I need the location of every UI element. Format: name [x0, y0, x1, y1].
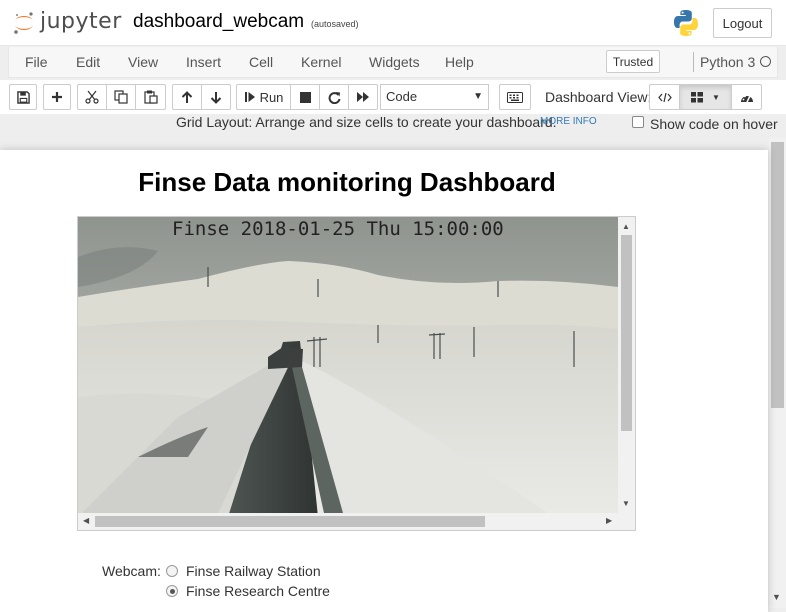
notebook-name[interactable]: dashboard_webcam	[133, 11, 304, 33]
paste-icon	[143, 90, 158, 104]
webcam-timestamp: Finse 2018-01-25 Thu 15:00:00	[172, 218, 504, 240]
notebook-header: jupyter dashboard_webcam (autosaved) Log…	[0, 0, 786, 46]
fast-forward-icon	[357, 92, 369, 102]
page-scrollbar-thumb[interactable]	[771, 142, 784, 408]
radio-button-selected[interactable]	[166, 585, 178, 597]
move-down-button[interactable]	[201, 84, 231, 110]
menu-edit[interactable]: Edit	[76, 54, 100, 70]
restart-icon	[328, 91, 340, 104]
grid-layout-button[interactable]: ▼	[679, 84, 732, 110]
jupyter-logo[interactable]: jupyter	[12, 9, 124, 37]
save-button[interactable]	[9, 84, 37, 110]
dashboard-area: Finse Data monitoring Dashboard Finse 20…	[0, 150, 768, 612]
menu-file[interactable]: File	[25, 54, 48, 70]
image-vertical-scrollbar-thumb[interactable]	[621, 235, 632, 431]
show-code-checkbox[interactable]	[632, 116, 644, 128]
scissors-icon	[85, 90, 99, 104]
save-icon	[16, 90, 30, 104]
cut-button[interactable]	[77, 84, 107, 110]
scroll-down-arrow-icon[interactable]: ▼	[622, 499, 630, 508]
webcam-photo	[78, 217, 618, 513]
show-code-toggle[interactable]: Show code on hover	[632, 116, 778, 132]
webcam-radio-label: Webcam:	[102, 563, 161, 579]
grid-icon	[691, 91, 704, 102]
menu-insert[interactable]: Insert	[186, 54, 221, 70]
command-palette-button[interactable]	[499, 84, 531, 110]
menu-kernel[interactable]: Kernel	[301, 54, 341, 70]
kernel-divider	[693, 52, 694, 72]
radio-option-research-centre[interactable]: Finse Research Centre	[166, 583, 330, 599]
autosave-status: (autosaved)	[311, 19, 359, 29]
scroll-down-arrow-icon[interactable]: ▼	[772, 592, 781, 602]
arrow-up-icon	[181, 90, 193, 103]
radio-option-label: Finse Railway Station	[186, 563, 321, 579]
move-up-button[interactable]	[172, 84, 202, 110]
report-view-button[interactable]	[731, 84, 762, 110]
logout-button[interactable]: Logout	[713, 8, 772, 38]
code-icon	[657, 92, 672, 102]
radio-option-label: Finse Research Centre	[186, 583, 330, 599]
trusted-indicator[interactable]: Trusted	[606, 50, 660, 73]
dashboard-view-label: Dashboard View:	[545, 89, 652, 105]
show-code-label: Show code on hover	[650, 116, 778, 132]
run-button[interactable]: Run	[236, 84, 291, 110]
grid-layout-info: Grid Layout: Arrange and size cells to c…	[176, 114, 557, 130]
step-forward-icon	[244, 92, 255, 102]
caret-down-icon: ▼	[712, 92, 720, 102]
radio-button[interactable]	[166, 565, 178, 577]
kernel-idle-icon	[760, 56, 771, 67]
cell-type-select[interactable]: Code ▼	[380, 84, 489, 110]
restart-run-all-button[interactable]	[348, 84, 378, 110]
dashboard-icon	[740, 95, 753, 102]
scroll-right-arrow-icon[interactable]: ▶	[606, 516, 612, 525]
copy-icon	[114, 90, 128, 104]
arrow-down-icon	[210, 91, 222, 104]
menubar: File Edit View Insert Cell Kernel Widget…	[8, 47, 778, 78]
python-logo-icon	[674, 10, 698, 36]
radio-option-railway-station[interactable]: Finse Railway Station	[166, 563, 321, 579]
interrupt-button[interactable]	[290, 84, 320, 110]
webcam-output: Finse 2018-01-25 Thu 15:00:00 ▲ ▼ ◀ ▶	[77, 216, 636, 531]
kernel-name: Python 3	[700, 54, 756, 70]
notebook-view-button[interactable]	[649, 84, 680, 110]
image-horizontal-scrollbar-thumb[interactable]	[95, 516, 485, 527]
paste-button[interactable]	[135, 84, 166, 110]
scroll-up-arrow-icon[interactable]: ▲	[622, 222, 630, 231]
jupyter-logo-icon	[14, 12, 33, 34]
menu-cell[interactable]: Cell	[249, 54, 273, 70]
menu-view[interactable]: View	[128, 54, 158, 70]
dashboard-title: Finse Data monitoring Dashboard	[138, 167, 556, 197]
toolbar: Run Code ▼ Dashboard View: ▼	[0, 80, 786, 114]
grid-info-bar: Grid Layout: Arrange and size cells to c…	[0, 114, 786, 144]
insert-cell-button[interactable]	[43, 84, 71, 110]
chevron-down-icon: ▼	[473, 91, 483, 102]
copy-button[interactable]	[106, 84, 136, 110]
jupyter-logo-text: jupyter	[40, 9, 122, 34]
more-info-link[interactable]: MORE INFO	[540, 116, 597, 127]
cell-type-value: Code	[386, 89, 418, 104]
restart-button[interactable]	[319, 84, 349, 110]
menu-help[interactable]: Help	[445, 54, 474, 70]
run-label: Run	[259, 89, 284, 105]
menu-widgets[interactable]: Widgets	[369, 54, 420, 70]
keyboard-icon	[507, 91, 523, 103]
webcam-image: Finse 2018-01-25 Thu 15:00:00	[78, 217, 618, 513]
stop-icon	[299, 91, 311, 103]
scroll-left-arrow-icon[interactable]: ◀	[83, 516, 89, 525]
plus-icon	[52, 92, 62, 102]
